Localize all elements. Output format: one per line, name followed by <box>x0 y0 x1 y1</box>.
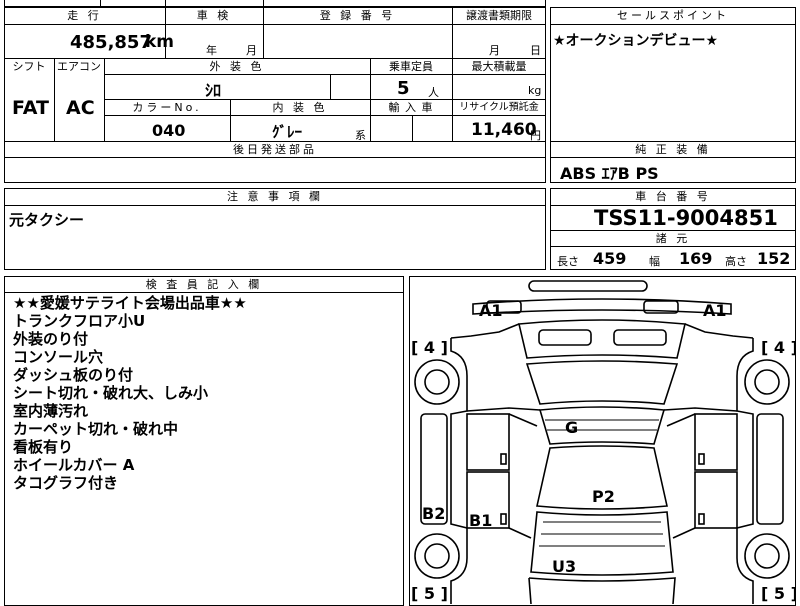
shaken-month-unit: 月 <box>246 44 257 57</box>
remark-line: タコグラフ付き <box>13 474 119 492</box>
notes-header: 注 意 事 項 欄 <box>227 190 323 203</box>
exterior-color-header: 外 装 色 <box>209 60 265 73</box>
exterior-color-value: ｼﾛ <box>205 81 222 100</box>
recycle-value: 11,460 <box>471 120 537 140</box>
color-no-value: 040 <box>152 121 186 140</box>
recycle-unit: 円 <box>530 129 541 142</box>
height-label: 高さ <box>725 255 747 268</box>
sales-point-header: セールスポイント <box>617 9 729 22</box>
remark-line: トランクフロア小U <box>13 312 146 330</box>
remark-line: シート切れ・破れ大、しみ小 <box>13 384 209 402</box>
remark-line: ホイールカバー A <box>13 456 135 474</box>
car-diagram: A1 A1 [ 4 ] [ 4 ] G P2 B2 B1 U3 [ 5 ] [ … <box>411 280 796 605</box>
interior-color-value: ｸﾞﾚｰ <box>272 123 303 141</box>
remark-line: カーペット切れ・破れ中 <box>13 420 179 438</box>
top-partial-row <box>4 0 546 7</box>
damage-label-4-right: [ 4 ] <box>761 338 796 357</box>
damage-label-5-right: [ 5 ] <box>761 584 796 603</box>
damage-label-A1-right: A1 <box>703 301 727 320</box>
damage-label-5-left: [ 5 ] <box>411 584 448 603</box>
notes-value: 元タクシー <box>9 211 85 229</box>
remark-line: 看板有り <box>13 438 74 456</box>
recycle-header: リサイクル預託金 <box>459 102 539 113</box>
specs-header: 諸 元 <box>655 232 691 245</box>
interior-color-header: 内 装 色 <box>272 101 328 114</box>
shaken-header: 車 検 <box>196 9 232 22</box>
transfer-month-unit: 月 <box>489 44 500 57</box>
width-value: 169 <box>679 249 713 268</box>
capacity-value: 5 <box>397 78 410 99</box>
shift-header: シフト <box>12 60 46 73</box>
followup-parts-header: 後日発送部品 <box>233 143 317 156</box>
remark-line: ダッシュ板のり付 <box>13 366 134 384</box>
height-value: 152 <box>757 249 791 268</box>
damage-label-B2: B2 <box>422 504 445 523</box>
max-load-unit: kg <box>528 84 542 97</box>
capacity-header: 乗車定員 <box>389 60 433 73</box>
damage-label-A1-left: A1 <box>479 301 503 320</box>
transfer-day-unit: 日 <box>530 44 541 57</box>
transfer-deadline-header: 譲渡書類期限 <box>466 9 532 22</box>
color-no-header: カラーNo. <box>132 101 202 114</box>
width-label: 幅 <box>649 255 660 268</box>
equipment-value: ABS ｴｱB PS <box>560 164 659 183</box>
remark-line: 室内薄汚れ <box>13 402 89 420</box>
chassis-header: 車 台 番 号 <box>635 190 711 203</box>
damage-label-B1: B1 <box>469 511 492 530</box>
import-header: 輸 入 車 <box>388 101 434 114</box>
aircon-header: エアコン <box>57 60 101 73</box>
chassis-value: TSS11-9004851 <box>594 206 778 230</box>
length-value: 459 <box>593 249 627 268</box>
mileage-value: 485,857 <box>70 32 152 53</box>
remark-line: 外装のり付 <box>13 330 89 348</box>
mileage-unit: km <box>145 32 175 52</box>
remark-line: コンソール穴 <box>13 348 104 366</box>
max-load-header: 最大積載量 <box>471 60 527 73</box>
shift-value: FAT <box>12 97 49 119</box>
mileage-header: 走 行 <box>67 9 102 22</box>
damage-label-U3: U3 <box>552 557 576 576</box>
shaken-year-unit: 年 <box>206 44 217 57</box>
registration-header: 登 録 番 号 <box>319 9 396 22</box>
interior-color-suffix: 系 <box>355 129 366 142</box>
remark-line: ★★愛媛サテライト会場出品車★★ <box>13 294 247 312</box>
length-label: 長さ <box>557 255 579 268</box>
genuine-equipment-header: 純 正 装 備 <box>635 143 711 156</box>
inspector-header: 検 査 員 記 入 欄 <box>145 278 263 291</box>
sales-point-value: ★オークションデビュー★ <box>553 33 719 49</box>
inspector-remarks-list: ★★愛媛サテライト会場出品車★★ トランクフロア小U 外装のり付 コンソール穴 … <box>13 294 247 492</box>
damage-label-G: G <box>565 418 578 437</box>
capacity-unit: 人 <box>428 86 439 99</box>
aircon-value: AC <box>66 97 95 119</box>
damage-label-4-left: [ 4 ] <box>411 338 448 357</box>
damage-label-P2: P2 <box>592 487 615 506</box>
